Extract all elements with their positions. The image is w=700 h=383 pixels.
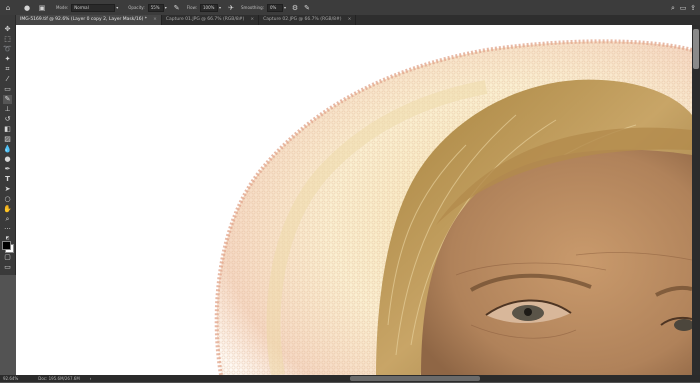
path-selection-tool-icon[interactable]: ➤ — [3, 185, 12, 194]
ellipse-tool-icon[interactable]: ○ — [3, 195, 12, 204]
clone-stamp-tool-icon[interactable]: ⊥ — [3, 105, 12, 114]
brush-preset-picker[interactable]: ● — [22, 4, 32, 12]
workspace-icon[interactable]: ▭ — [679, 4, 687, 12]
eyedropper-tool-icon[interactable]: ⁄ — [3, 75, 12, 84]
gradient-tool-icon[interactable]: ▨ — [3, 135, 12, 144]
smoothing-label: Smoothing: — [241, 5, 264, 10]
smoothing-field[interactable]: 0% — [266, 3, 283, 12]
share-icon[interactable]: ⇪ — [689, 4, 697, 12]
opacity-label: Opacity: — [128, 5, 145, 10]
tab-label: Capture 01.JPG @ 66.7% (RGB/8#) — [165, 17, 245, 22]
pen-tool-icon[interactable]: ✒ — [3, 165, 12, 174]
lasso-tool-icon[interactable]: ➰ — [3, 45, 12, 54]
search-icon[interactable]: ⌕ — [669, 4, 677, 12]
dodge-tool-icon[interactable]: ● — [3, 155, 12, 164]
options-bar: ⌂ ● ▣ Mode: Normal ▾ Opacity: 55% ▾ ✎ Fl… — [0, 0, 700, 16]
zoom-tool-icon[interactable]: ⌕ — [3, 215, 12, 224]
mode-label: Mode: — [56, 5, 69, 10]
chevron-down-icon[interactable]: ▾ — [116, 4, 118, 12]
tab-capture-02[interactable]: Capture 02.JPG @ 66.7% (RGB/8#) × — [259, 15, 357, 25]
vertical-scrollbar[interactable] — [692, 25, 700, 375]
brush-tool-icon[interactable]: ✎ — [3, 95, 12, 104]
tab-img-5169[interactable]: IMG-5169.tif @ 92.6% (Layer 0 copy 2, La… — [16, 15, 162, 25]
document-tabs: IMG-5169.tif @ 92.6% (Layer 0 copy 2, La… — [16, 15, 700, 25]
chevron-right-icon[interactable]: › — [90, 375, 92, 383]
move-tool-icon[interactable]: ✥ — [3, 25, 12, 34]
quick-mask-icon[interactable]: ▢ — [3, 253, 12, 262]
document-size: Doc: 195.6M/267.6M — [38, 376, 80, 381]
screen-mode-icon[interactable]: ▭ — [3, 263, 12, 272]
tools-panel: ✥ ⬚ ➰ ✦ ⌗ ⁄ ▭ ✎ ⊥ ↺ ◧ ▨ 💧 ● ✒ T ➤ ○ ✋ ⌕ … — [0, 15, 16, 275]
chevron-down-icon[interactable]: ▾ — [284, 4, 286, 12]
status-bar: 92.64% Doc: 195.6M/267.6M › — [0, 375, 700, 382]
canvas-image — [214, 39, 692, 375]
chevron-down-icon[interactable]: ▾ — [165, 4, 167, 12]
chevron-down-icon[interactable]: ▾ — [219, 4, 221, 12]
vertical-scrollbar-thumb[interactable] — [693, 29, 699, 69]
crop-tool-icon[interactable]: ⌗ — [3, 65, 12, 74]
smoothing-options-gear-icon[interactable]: ⚙ — [291, 4, 299, 12]
foreground-color-swatch[interactable] — [2, 241, 11, 250]
airbrush-icon[interactable]: ✈ — [227, 4, 235, 12]
zoom-level[interactable]: 92.64% — [3, 376, 18, 381]
healing-brush-tool-icon[interactable]: ▭ — [3, 85, 12, 94]
home-icon[interactable]: ⌂ — [4, 4, 12, 12]
history-brush-tool-icon[interactable]: ↺ — [3, 115, 12, 124]
close-icon[interactable]: × — [153, 15, 157, 25]
brush-settings-icon[interactable]: ▣ — [38, 4, 46, 12]
pressure-size-icon[interactable]: ✎ — [303, 4, 311, 12]
tab-label: IMG-5169.tif @ 92.6% (Layer 0 copy 2, La… — [20, 17, 148, 22]
mode-select[interactable]: Normal — [71, 3, 116, 12]
tab-label: Capture 02.JPG @ 66.7% (RGB/8#) — [263, 17, 342, 22]
close-icon[interactable]: × — [348, 15, 352, 25]
opacity-field[interactable]: 55% — [147, 3, 164, 12]
flow-label: Flow: — [186, 5, 197, 10]
tab-capture-01[interactable]: Capture 01.JPG @ 66.7% (RGB/8#) × — [162, 15, 260, 25]
magic-wand-tool-icon[interactable]: ✦ — [3, 55, 12, 64]
marquee-tool-icon[interactable]: ⬚ — [3, 35, 12, 44]
flow-field[interactable]: 100% — [200, 3, 218, 12]
hand-tool-icon[interactable]: ✋ — [3, 205, 12, 214]
eraser-tool-icon[interactable]: ◧ — [3, 125, 12, 134]
document-canvas[interactable] — [16, 25, 692, 375]
blur-tool-icon[interactable]: 💧 — [3, 145, 12, 154]
horizontal-scrollbar-thumb[interactable] — [350, 376, 480, 381]
type-tool-icon[interactable]: T — [3, 175, 12, 184]
close-icon[interactable]: × — [250, 15, 254, 25]
pressure-opacity-icon[interactable]: ✎ — [173, 4, 181, 12]
